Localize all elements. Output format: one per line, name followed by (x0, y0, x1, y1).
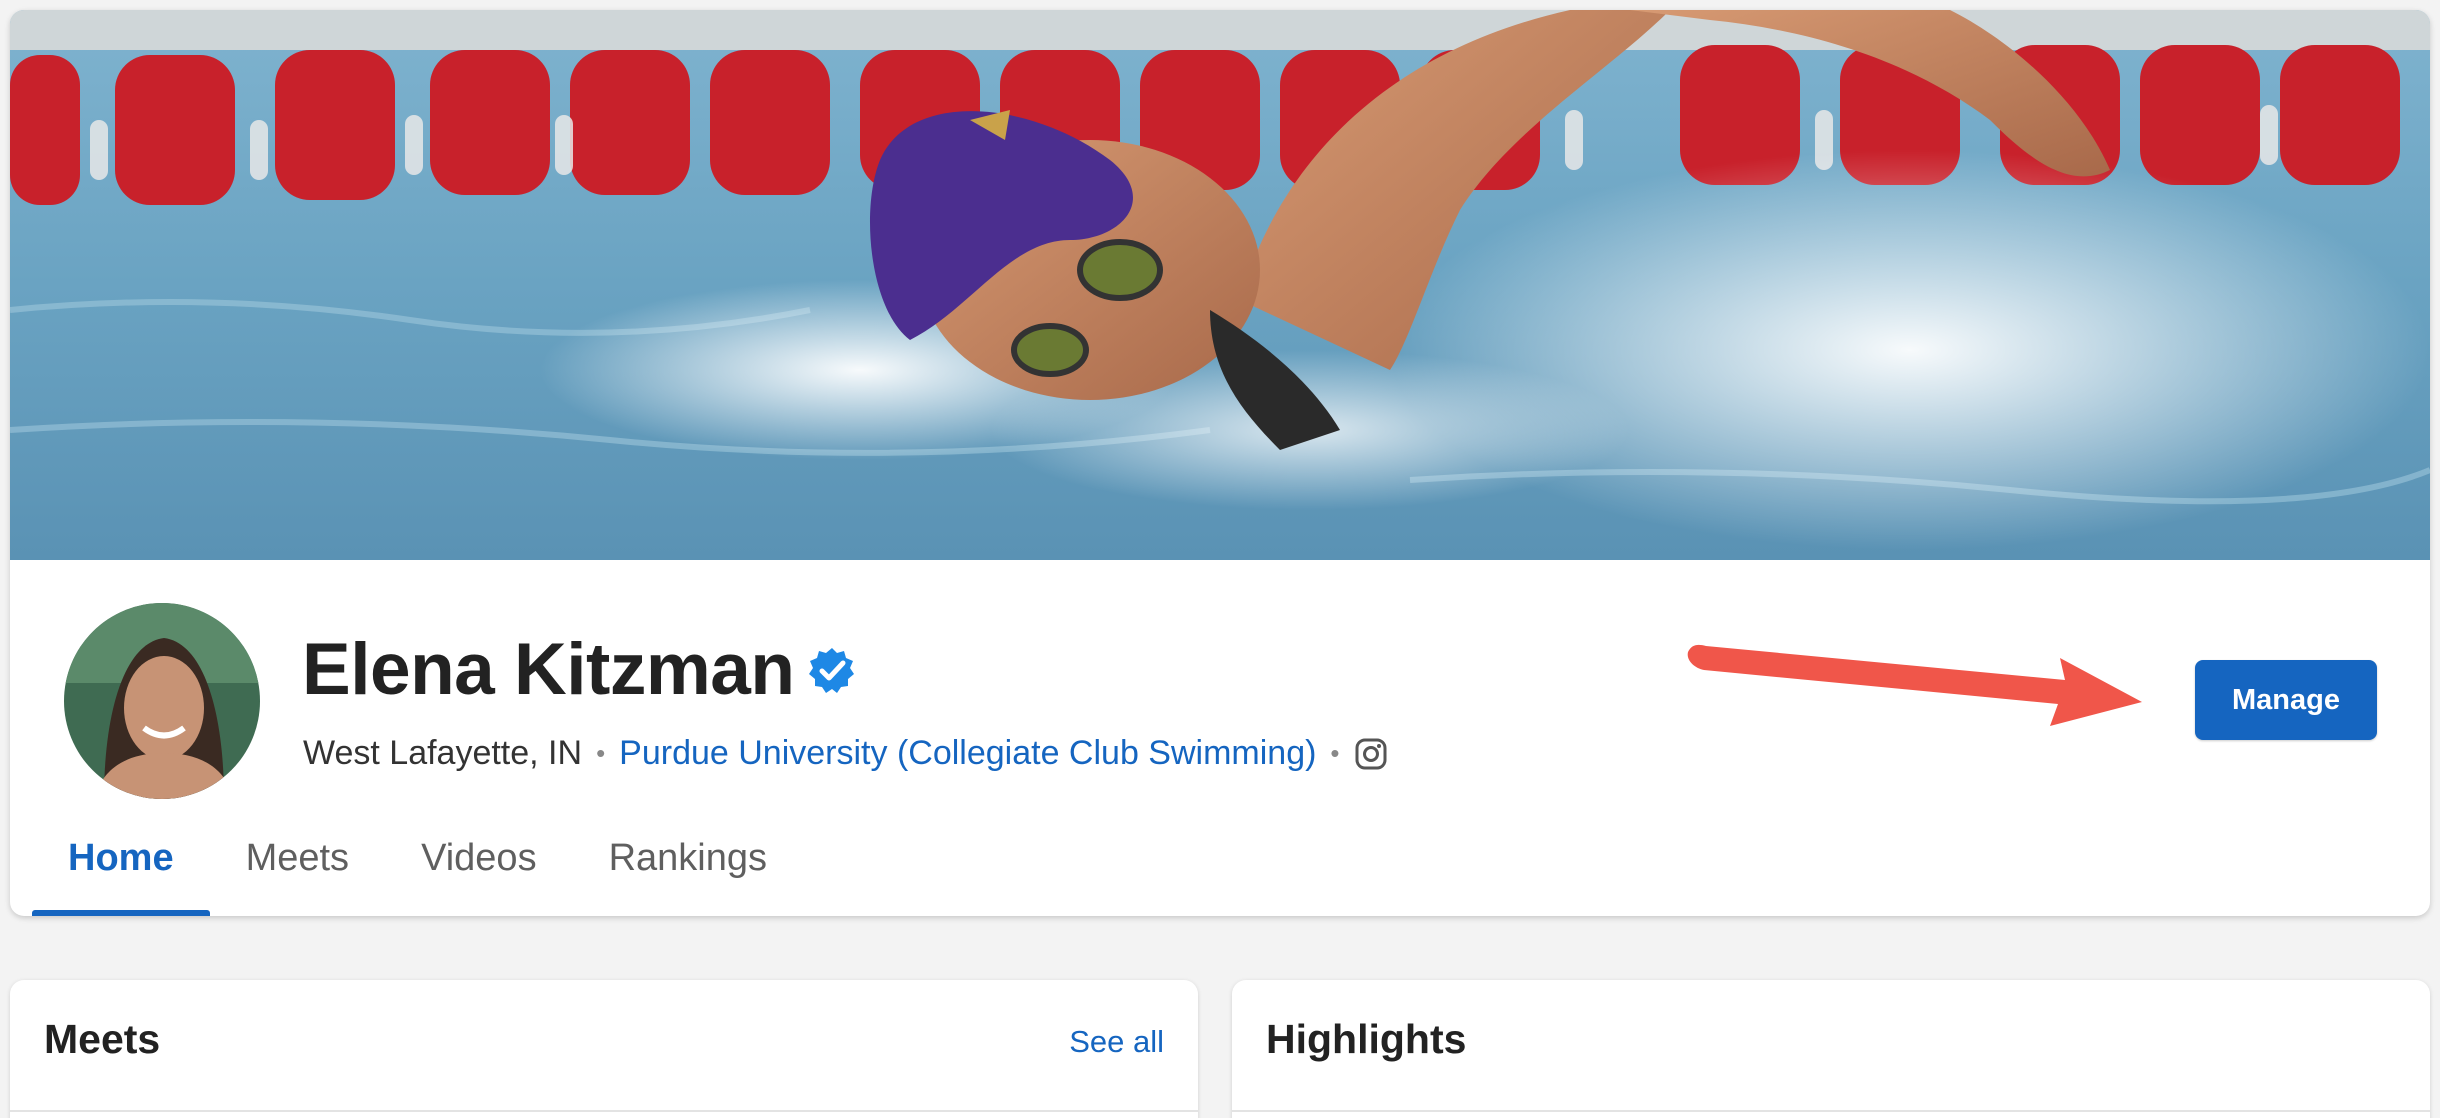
school-link[interactable]: Purdue University (Collegiate Club Swimm… (619, 734, 1316, 773)
tab-meets[interactable]: Meets (210, 800, 385, 916)
cover-photo (10, 10, 2430, 560)
highlights-title: Highlights (1266, 1016, 1467, 1062)
see-all-link[interactable]: See all (1069, 1024, 1164, 1060)
meets-title: Meets (44, 1016, 161, 1062)
tab-videos[interactable]: Videos (385, 800, 573, 916)
profile-meta: West Lafayette, IN • Purdue University (… (303, 734, 1388, 773)
meets-card: Meets See all (10, 980, 1198, 1118)
profile-name: Elena Kitzman (302, 629, 795, 710)
annotation-arrow-icon (1687, 644, 2142, 726)
divider (1232, 1110, 2430, 1112)
profile-tabs: Home Meets Videos Rankings (32, 800, 803, 916)
location-text: West Lafayette, IN (303, 734, 583, 772)
highlights-card: Highlights (1232, 980, 2430, 1118)
instagram-icon[interactable] (1354, 737, 1388, 771)
verified-badge-icon (809, 647, 855, 693)
profile-header-card: Elena Kitzman West Lafayette, IN • Purdu… (10, 10, 2430, 916)
separator-dot: • (596, 738, 606, 768)
avatar (64, 603, 260, 799)
manage-button[interactable]: Manage (2195, 660, 2377, 740)
name-row: Elena Kitzman (302, 628, 856, 711)
divider (10, 1110, 1198, 1112)
separator-dot: • (1330, 738, 1340, 768)
tab-rankings[interactable]: Rankings (573, 800, 803, 916)
tab-home[interactable]: Home (32, 800, 210, 916)
